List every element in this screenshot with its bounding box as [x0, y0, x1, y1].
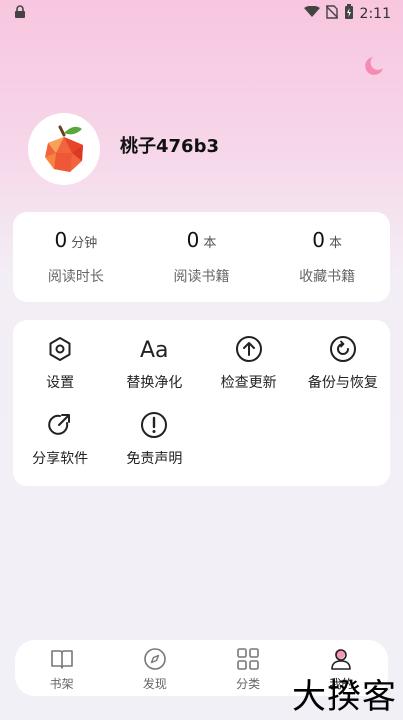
menu-label: 设置: [46, 375, 75, 391]
stat-books-favorited[interactable]: 0本 收藏书籍: [264, 212, 390, 302]
lock-icon: [14, 5, 26, 23]
stat-unit: 分钟: [71, 236, 98, 251]
grid-icon: [235, 646, 261, 672]
stat-label: 收藏书籍: [299, 269, 356, 285]
status-bar: 2:11: [0, 0, 403, 28]
replace-purify-button[interactable]: Aa 替换净化: [107, 334, 201, 410]
settings-button[interactable]: 设置: [13, 334, 107, 410]
reading-stats-card: 0 分钟 阅读时长 0本 阅读书籍 0本 收藏书籍: [13, 212, 390, 302]
stat-unit: 本: [329, 236, 343, 251]
tools-menu-card: 设置 Aa 替换净化 检查更新 备份与恢复 分享软件 免责声明: [13, 320, 390, 486]
no-sim-icon: [325, 5, 339, 23]
username[interactable]: 桃子476b3: [120, 132, 219, 158]
stat-label: 阅读时长: [47, 269, 104, 285]
font-aa-icon: Aa: [139, 334, 169, 364]
watermark: 大揆客: [292, 677, 397, 717]
compass-icon: [142, 646, 168, 672]
night-mode-icon[interactable]: [363, 54, 387, 78]
disclaimer-button[interactable]: 免责声明: [107, 410, 201, 486]
nav-discover[interactable]: 发现: [108, 640, 201, 696]
upload-circle-icon: [234, 334, 264, 364]
menu-label: 备份与恢复: [307, 375, 378, 391]
nav-label: 书架: [49, 677, 74, 691]
alert-circle-icon: [139, 410, 169, 440]
menu-label: 免责声明: [126, 451, 183, 467]
nav-label: 发现: [142, 677, 167, 691]
avatar[interactable]: [28, 113, 100, 185]
stat-value: 0本: [186, 228, 217, 252]
restore-circle-icon: [328, 334, 358, 364]
share-icon: [45, 410, 75, 440]
status-indicators: 2:11: [303, 4, 391, 24]
wifi-icon: [303, 5, 320, 22]
stat-reading-time[interactable]: 0 分钟 阅读时长: [13, 212, 139, 302]
share-app-button[interactable]: 分享软件: [13, 410, 107, 486]
stat-value: 0 分钟: [54, 228, 98, 252]
peach-logo-icon: [45, 125, 83, 172]
menu-label: 检查更新: [220, 375, 277, 391]
backup-restore-button[interactable]: 备份与恢复: [296, 334, 390, 410]
menu-label: 替换净化: [126, 375, 183, 391]
nav-label: 分类: [236, 677, 261, 691]
stat-value: 0本: [312, 228, 343, 252]
hexagon-settings-icon: [45, 334, 75, 364]
status-time: 2:11: [359, 6, 391, 22]
nav-bookshelf[interactable]: 书架: [15, 640, 108, 696]
svg-text:Aa: Aa: [140, 338, 169, 363]
check-update-button[interactable]: 检查更新: [202, 334, 296, 410]
book-icon: [49, 646, 75, 672]
battery-icon: [344, 4, 354, 24]
nav-category[interactable]: 分类: [202, 640, 295, 696]
stat-unit: 本: [203, 236, 217, 251]
stat-label: 阅读书籍: [173, 269, 230, 285]
stat-books-read[interactable]: 0本 阅读书籍: [139, 212, 265, 302]
menu-label: 分享软件: [32, 451, 89, 467]
